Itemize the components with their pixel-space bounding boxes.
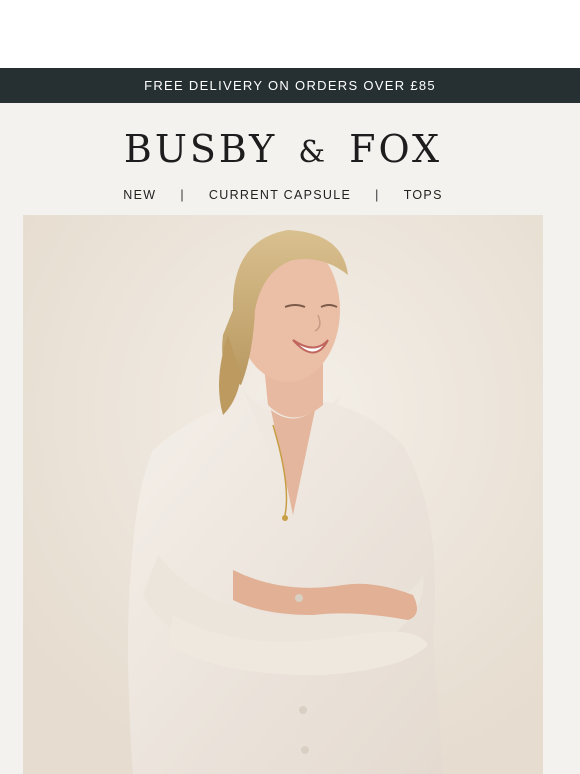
promo-banner[interactable]: FREE DELIVERY ON ORDERS OVER £85 <box>0 68 580 103</box>
nav-item-current-capsule[interactable]: CURRENT CAPSULE <box>209 188 351 202</box>
brand-logo-amp: & <box>298 135 329 170</box>
top-spacer <box>0 0 580 68</box>
brand-logo-right: FOX <box>349 127 443 171</box>
nav-item-tops[interactable]: TOPS <box>404 188 443 202</box>
nav-separator: | <box>180 188 185 202</box>
hero-image[interactable] <box>23 215 543 774</box>
hero-model-illustration <box>23 215 543 774</box>
main-nav: NEW | CURRENT CAPSULE | TOPS <box>0 188 566 202</box>
brand-logo-left: BUSBY <box>123 127 278 171</box>
nav-item-new[interactable]: NEW <box>123 188 156 202</box>
brand-logo[interactable]: BUSBY & FOX <box>0 129 566 173</box>
nav-separator: | <box>375 188 380 202</box>
promo-text: FREE DELIVERY ON ORDERS OVER £85 <box>144 78 436 93</box>
